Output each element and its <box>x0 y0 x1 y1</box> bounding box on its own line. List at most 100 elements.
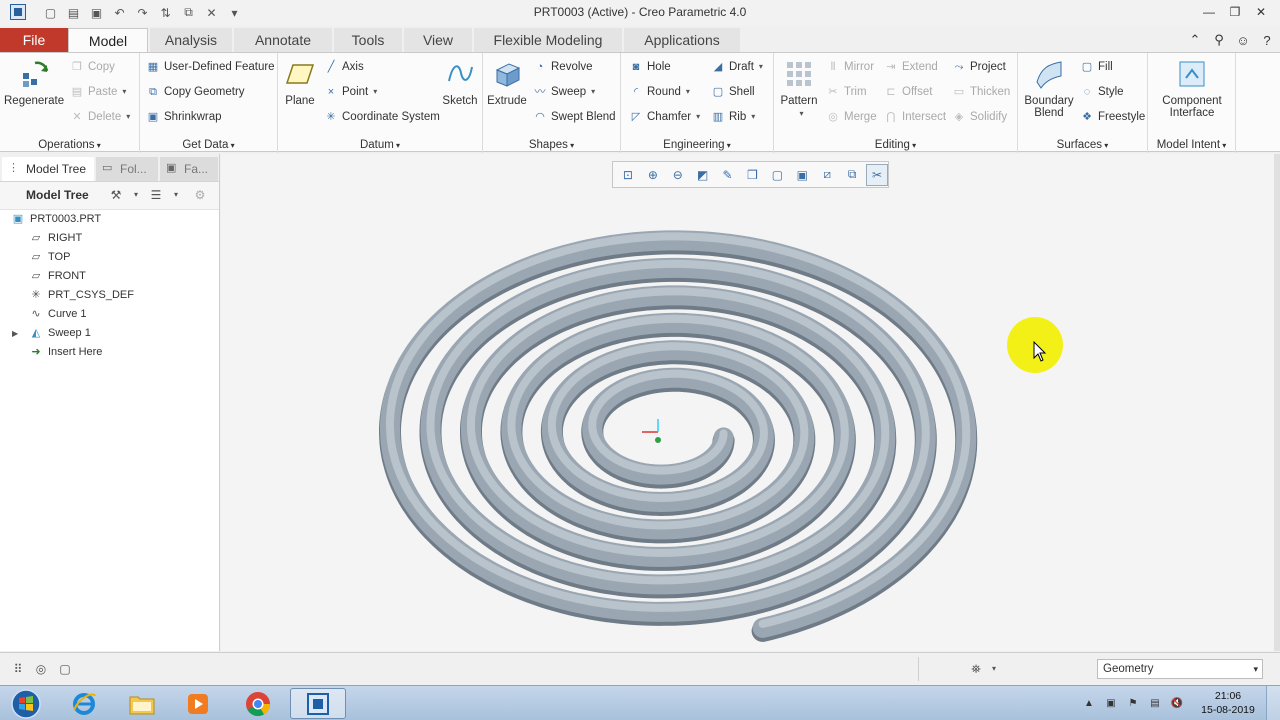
offset-button[interactable]: ⊏ Offset <box>884 83 932 101</box>
get-data-group-label[interactable]: Get Data <box>140 139 277 151</box>
saved-orientations-icon[interactable]: ▢ <box>766 164 788 186</box>
thicken-button[interactable]: ▭ Thicken <box>952 83 1010 101</box>
show-dropdown-icon[interactable]: ▾ <box>168 187 184 203</box>
right-edge-scrollbar[interactable] <box>1274 154 1280 651</box>
plane-button[interactable]: Plane <box>280 57 320 107</box>
tab-model[interactable]: Model <box>68 28 148 53</box>
trim-button[interactable]: ✂ Trim <box>826 83 866 101</box>
taskbar-internet-explorer[interactable] <box>56 688 112 719</box>
tab-tools[interactable]: Tools <box>334 28 402 52</box>
mirror-button[interactable]: ⫴ Mirror <box>826 58 874 76</box>
pattern-button[interactable]: Pattern <box>776 57 822 119</box>
start-button[interactable] <box>4 687 44 720</box>
style-button[interactable]: ◌ Style <box>1080 83 1124 101</box>
merge-button[interactable]: ◎ Merge <box>826 108 876 126</box>
tree-item-top[interactable]: ▱ TOP <box>28 248 71 267</box>
editing-group-label[interactable]: Editing <box>774 139 1017 151</box>
search-icon[interactable]: ⚲ <box>1210 31 1228 49</box>
datum-display-icon[interactable]: ⧉ <box>841 164 863 186</box>
zoom-in-icon[interactable]: ⊕ <box>642 164 664 186</box>
extend-button[interactable]: ⇥ Extend <box>884 58 937 76</box>
tree-item-part[interactable]: ▣ PRT0003.PRT <box>10 210 101 229</box>
fill-button[interactable]: ▢ Fill <box>1080 58 1113 76</box>
tree-item-insert-here[interactable]: ➜ Insert Here <box>28 343 102 362</box>
tab-favorites[interactable]: ▣ Fa... <box>160 157 218 181</box>
point-button[interactable]: × Point <box>324 83 377 101</box>
swept-blend-button[interactable]: ◠ Swept Blend <box>533 108 615 126</box>
minimize-icon[interactable]: — <box>1196 2 1222 22</box>
intersect-button[interactable]: ⋂ Intersect <box>884 108 946 126</box>
taskbar-media-player[interactable] <box>170 688 226 719</box>
paste-button[interactable]: ▤ Paste <box>70 83 126 101</box>
tab-annotate[interactable]: Annotate <box>234 28 332 52</box>
copy-geometry-button[interactable]: ⧉ Copy Geometry <box>146 83 244 101</box>
tree-settings-icon[interactable]: ⚒ <box>108 187 124 203</box>
project-button[interactable]: ⤳ Project <box>952 58 1006 76</box>
selection-filter-select[interactable]: Geometry <box>1097 659 1263 679</box>
find-icon[interactable]: ⛯ <box>968 661 984 677</box>
surfaces-group-label[interactable]: Surfaces <box>1018 139 1147 151</box>
user-defined-feature-button[interactable]: ▦ User-Defined Feature <box>146 58 275 76</box>
refit-icon[interactable]: ⊡ <box>617 164 639 186</box>
user-icon[interactable]: ☺ <box>1234 31 1252 49</box>
show-icon[interactable]: ☰ <box>148 187 164 203</box>
tab-flexible-modeling[interactable]: Flexible Modeling <box>474 28 622 52</box>
chamfer-button[interactable]: ◸ Chamfer <box>629 108 700 126</box>
tab-folder-browser[interactable]: ▭ Fol... <box>96 157 158 181</box>
tree-item-curve[interactable]: ∿ Curve 1 <box>28 305 86 324</box>
tree-settings-dropdown-icon[interactable]: ▾ <box>128 187 144 203</box>
browser-toggle-icon[interactable]: ◎ <box>33 661 49 677</box>
volume-muted-icon[interactable]: 🔇 <box>1170 697 1184 711</box>
tree-item-csys[interactable]: ✳ PRT_CSYS_DEF <box>28 286 134 305</box>
rib-button[interactable]: ▥ Rib <box>711 108 755 126</box>
tab-analysis[interactable]: Analysis <box>150 28 232 52</box>
close-icon[interactable]: ✕ <box>1248 2 1274 22</box>
full-screen-icon[interactable]: ▢ <box>57 661 73 677</box>
solidify-button[interactable]: ◈ Solidify <box>952 108 1007 126</box>
model-intent-group-label[interactable]: Model Intent <box>1148 139 1235 151</box>
taskbar-creo[interactable] <box>290 688 346 719</box>
engineering-group-label[interactable]: Engineering <box>621 139 773 151</box>
datum-group-label[interactable]: Datum <box>278 139 482 151</box>
taskbar-file-explorer[interactable] <box>114 688 170 719</box>
copy-button[interactable]: ❐ Copy <box>70 58 115 76</box>
round-button[interactable]: ◜ Round <box>629 83 690 101</box>
revolve-button[interactable]: ◔ Revolve <box>533 58 593 76</box>
help-icon[interactable]: ? <box>1258 31 1276 49</box>
shapes-group-label[interactable]: Shapes <box>483 139 620 151</box>
taskbar-clock[interactable]: 21:06 15-08-2019 <box>1200 689 1256 717</box>
restore-icon[interactable]: ❐ <box>1222 2 1248 22</box>
draft-button[interactable]: ◢ Draft <box>711 58 763 76</box>
display-style-icon[interactable]: ❒ <box>742 164 764 186</box>
boundary-blend-button[interactable]: Boundary Blend <box>1020 57 1078 119</box>
tree-item-front[interactable]: ▱ FRONT <box>28 267 86 286</box>
show-hidden-icons-icon[interactable]: ▲ <box>1082 697 1096 711</box>
zoom-out-icon[interactable]: ⊖ <box>667 164 689 186</box>
hole-button[interactable]: ◙ Hole <box>629 58 671 76</box>
tray-app-icon[interactable]: ▣ <box>1104 697 1118 711</box>
graphics-window[interactable]: ⊡ ⊕ ⊖ ◩ ✎ ❒ ▢ ▣ ⧄ ⧉ ✂ <box>221 154 1274 651</box>
regenerate-button[interactable]: Regenerate <box>4 57 64 107</box>
show-desktop-button[interactable] <box>1266 686 1280 720</box>
tab-view[interactable]: View <box>404 28 472 52</box>
find-dropdown-icon[interactable]: ▾ <box>986 661 1002 677</box>
tab-model-tree[interactable]: ⋮ Model Tree <box>2 157 94 181</box>
extrude-button[interactable]: Extrude <box>485 57 529 107</box>
repaint-icon[interactable]: ◩ <box>692 164 714 186</box>
navigator-toggle-icon[interactable]: ⠿ <box>10 661 26 677</box>
filter-icon[interactable]: ⚙ <box>192 187 208 203</box>
component-interface-button[interactable]: Component Interface <box>1152 57 1232 119</box>
axis-button[interactable]: ╱ Axis <box>324 58 364 76</box>
shell-button[interactable]: ▢ Shell <box>711 83 755 101</box>
perspective-icon[interactable]: ⧄ <box>816 164 838 186</box>
coordinate-system-button[interactable]: ✳ Coordinate System <box>324 108 439 126</box>
tree-item-sweep[interactable]: ▶ ◭ Sweep 1 <box>12 324 91 343</box>
tree-item-right[interactable]: ▱ RIGHT <box>28 229 82 248</box>
shrinkwrap-button[interactable]: ▣ Shrinkwrap <box>146 108 222 126</box>
tab-file[interactable]: File <box>0 28 68 52</box>
spin-center-icon[interactable]: ✎ <box>717 164 739 186</box>
network-icon[interactable]: ▤ <box>1148 697 1162 711</box>
freestyle-button[interactable]: ❖ Freestyle <box>1080 108 1145 126</box>
taskbar-chrome[interactable] <box>230 688 286 719</box>
sketch-button[interactable]: Sketch <box>440 57 480 107</box>
